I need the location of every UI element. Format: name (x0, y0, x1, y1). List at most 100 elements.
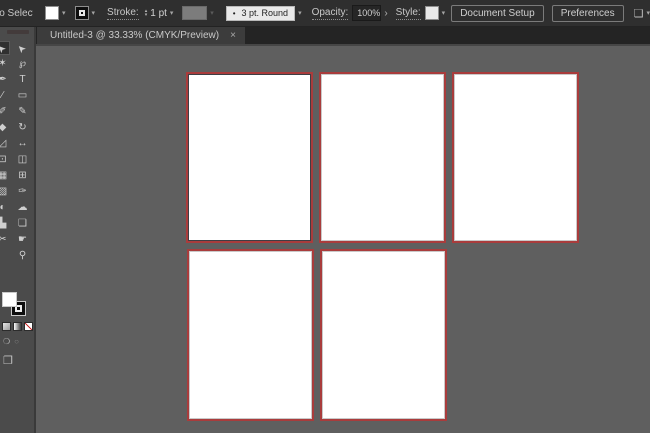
opacity-submenu-icon[interactable]: › (384, 8, 387, 19)
stroke-weight-stepper[interactable]: ▴ ▾ (145, 9, 148, 17)
selection-tool[interactable]: ➤ (0, 41, 10, 55)
gradient-button[interactable] (13, 322, 22, 331)
tab-close-icon[interactable]: × (230, 30, 236, 41)
width-tool[interactable]: ↔ (15, 137, 30, 151)
scale-tool-icon: ◿ (0, 139, 6, 149)
stroke-chevron-down-icon[interactable]: ▾ (92, 9, 96, 17)
line-segment-tool-icon: ∕ (2, 91, 4, 101)
draw-behind-mode-icon[interactable]: ○ (14, 337, 19, 346)
stroke-weight-value[interactable]: 1 pt (150, 8, 167, 19)
artboard-2[interactable] (319, 72, 446, 243)
artboard-3[interactable] (452, 72, 579, 243)
artboard-tool-icon: ❏ (18, 219, 27, 229)
control-bar: No Selection ▾ ▾ Stroke: ▴ ▾ 1 pt ▾ ▾ • … (0, 0, 650, 27)
fill-chevron-down-icon[interactable]: ▾ (62, 9, 66, 17)
artboard-5[interactable] (320, 249, 447, 421)
artboard-1[interactable] (186, 72, 313, 243)
scale-tool[interactable]: ◿ (0, 137, 10, 151)
canvas[interactable] (36, 46, 650, 433)
free-transform-tool-icon: ⊡ (0, 155, 7, 165)
opacity-panel-link[interactable]: Opacity: (312, 7, 349, 20)
symbol-sprayer-tool-icon: ☁ (18, 203, 28, 213)
tools-grid: ➤ ➤ ✶ ℘ ✒ T ∕ ▭ ✐ ✎ ◆ ↻ ◿ ↔ ⊡ ◫ ▦ ⊞ ▧ ✑ ◐ ☁ ▙ ❏ ✂ ☛ ⚲ (0, 41, 34, 263)
preferences-button[interactable]: Preferences (552, 5, 624, 22)
slice-tool-icon: ✂ (0, 235, 7, 245)
slice-tool[interactable]: ✂ (0, 233, 10, 247)
stroke-color-swatch[interactable] (75, 6, 89, 20)
drawing-modes: ❍ ○ (3, 337, 34, 346)
lasso-tool[interactable]: ℘ (15, 57, 30, 71)
draw-normal-mode-icon[interactable]: ❍ (3, 337, 10, 346)
toolbar-fill-swatch[interactable] (2, 292, 17, 307)
blend-tool-icon: ◐ (0, 203, 6, 213)
perspective-grid-tool[interactable]: ▦ (0, 169, 10, 183)
direct-selection-tool[interactable]: ➤ (15, 41, 30, 55)
column-graph-tool-icon: ▙ (0, 219, 6, 229)
zoom-tool-icon: ⚲ (19, 251, 26, 261)
rectangle-tool[interactable]: ▭ (15, 89, 30, 103)
fill-stroke-widget (2, 292, 28, 318)
lasso-tool-icon: ℘ (19, 59, 26, 69)
color-mode-row (2, 322, 34, 331)
brush-definition-dropdown[interactable]: • 3 pt. Round (226, 6, 295, 21)
zoom-tool[interactable]: ⚲ (15, 249, 30, 263)
shape-builder-tool-icon: ◫ (18, 155, 27, 165)
width-profile-dropdown[interactable] (182, 6, 207, 20)
eraser-tool[interactable]: ◆ (0, 121, 10, 135)
none-button[interactable] (24, 322, 33, 331)
eyedropper-tool[interactable]: ✑ (15, 185, 30, 199)
line-segment-tool[interactable]: ∕ (0, 89, 10, 103)
column-graph-tool[interactable]: ▙ (0, 217, 10, 231)
pen-tool[interactable]: ✒ (0, 73, 10, 87)
free-transform-tool[interactable]: ⊡ (0, 153, 10, 167)
stroke-panel-link[interactable]: Stroke: (107, 7, 139, 20)
tools-panel-grip[interactable] (7, 30, 29, 34)
type-tool[interactable]: T (15, 73, 30, 87)
type-tool-icon: T (19, 75, 25, 85)
style-panel-link[interactable]: Style: (396, 7, 421, 20)
opacity-input[interactable]: 100% (352, 5, 381, 21)
rotate-tool[interactable]: ↻ (15, 121, 30, 135)
width-tool-icon: ↔ (18, 139, 28, 149)
graphic-style-swatch[interactable] (425, 6, 439, 20)
pen-tool-icon: ✒ (0, 75, 7, 85)
pencil-tool[interactable]: ✎ (15, 105, 30, 119)
hand-tool-icon: ☛ (18, 235, 27, 245)
eyedropper-tool-icon: ✑ (18, 187, 26, 197)
panel-menu-chevron-icon[interactable]: ▾ (646, 9, 650, 17)
width-profile-chevron-icon: ▾ (210, 9, 214, 17)
tab-bar: Untitled-3 @ 33.33% (CMYK/Preview) × (36, 27, 650, 46)
perspective-grid-tool-icon: ▦ (0, 171, 7, 181)
gradient-tool-icon: ▧ (0, 187, 7, 197)
brush-dot-icon: • (233, 9, 236, 18)
blend-tool[interactable]: ◐ (0, 201, 10, 215)
eraser-tool-icon: ◆ (0, 123, 6, 133)
rectangle-tool-icon: ▭ (18, 91, 27, 101)
artboard-tool[interactable]: ❏ (15, 217, 30, 231)
artboard-4[interactable] (187, 249, 314, 421)
mesh-tool[interactable]: ⊞ (15, 169, 30, 183)
magic-wand-tool[interactable]: ✶ (0, 57, 10, 71)
brush-name: 3 pt. Round (242, 8, 289, 18)
document-setup-button[interactable]: Document Setup (451, 5, 544, 22)
brush-chevron-icon[interactable]: ▾ (298, 9, 302, 17)
paintbrush-tool[interactable]: ✐ (0, 105, 10, 119)
selection-status: No Selection (0, 8, 33, 19)
magic-wand-tool-icon: ✶ (0, 59, 7, 69)
screen-mode-icon[interactable]: ❐ (3, 354, 34, 367)
direct-selection-tool-icon: ➤ (16, 41, 29, 54)
shape-builder-tool[interactable]: ◫ (15, 153, 30, 167)
color-button[interactable] (2, 322, 11, 331)
document-tab[interactable]: Untitled-3 @ 33.33% (CMYK/Preview) × (37, 27, 245, 44)
document-tab-title: Untitled-3 @ 33.33% (CMYK/Preview) (50, 30, 219, 41)
fill-color-swatch[interactable] (45, 6, 59, 20)
panel-menu-icon[interactable]: ❏ (634, 7, 644, 20)
symbol-sprayer-tool[interactable]: ☁ (15, 201, 30, 215)
empty-tool-slot (0, 249, 10, 263)
paintbrush-tool-icon: ✐ (0, 107, 7, 117)
hand-tool[interactable]: ☛ (15, 233, 30, 247)
stroke-weight-chevron-icon[interactable]: ▾ (170, 9, 174, 17)
style-chevron-icon[interactable]: ▾ (442, 9, 446, 17)
gradient-tool[interactable]: ▧ (0, 185, 10, 199)
stepper-down-icon[interactable]: ▾ (145, 13, 148, 17)
